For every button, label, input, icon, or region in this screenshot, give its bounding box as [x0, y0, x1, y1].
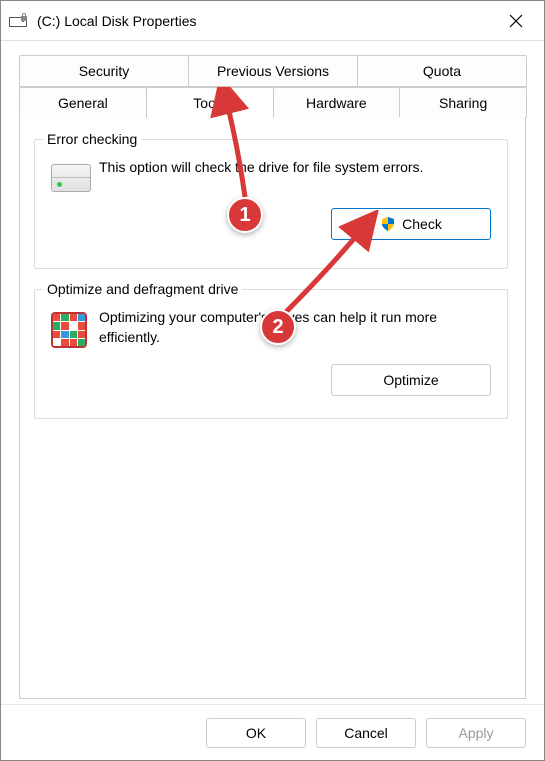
- dialog-footer: OK Cancel Apply: [1, 704, 544, 760]
- ok-button[interactable]: OK: [206, 718, 306, 748]
- tab-tools[interactable]: Tools: [146, 87, 274, 118]
- cancel-button-label: Cancel: [344, 725, 388, 741]
- group-optimize-label: Optimize and defragment drive: [43, 281, 242, 297]
- tab-hardware[interactable]: Hardware: [273, 87, 401, 118]
- tab-strip: Security Previous Versions Quota General…: [19, 55, 526, 118]
- error-checking-description: This option will check the drive for fil…: [99, 158, 491, 192]
- close-icon: [509, 14, 523, 28]
- check-button[interactable]: Check: [331, 208, 491, 240]
- tab-sharing[interactable]: Sharing: [399, 87, 527, 118]
- content-area: Security Previous Versions Quota General…: [1, 41, 544, 704]
- cancel-button[interactable]: Cancel: [316, 718, 416, 748]
- titlebar: (C:) Local Disk Properties: [1, 1, 544, 41]
- group-error-checking-label: Error checking: [43, 131, 141, 147]
- hdd-icon: [51, 158, 99, 192]
- defrag-icon: [51, 308, 99, 348]
- apply-button[interactable]: Apply: [426, 718, 526, 748]
- annotation-callout-1: 1: [227, 197, 263, 233]
- shield-icon: [380, 216, 396, 232]
- optimize-button[interactable]: Optimize: [331, 364, 491, 396]
- apply-button-label: Apply: [458, 725, 493, 741]
- group-error-checking: Error checking This option will check th…: [34, 139, 508, 269]
- tab-security[interactable]: Security: [19, 55, 189, 87]
- optimize-button-label: Optimize: [383, 372, 438, 388]
- ok-button-label: OK: [246, 725, 266, 741]
- tab-panel-tools: Error checking This option will check th…: [19, 117, 526, 699]
- group-optimize: Optimize and defragment drive Optim: [34, 289, 508, 419]
- annotation-callout-2: 2: [260, 309, 296, 345]
- tab-general[interactable]: General: [19, 87, 147, 118]
- close-button[interactable]: [496, 1, 536, 41]
- window-title: (C:) Local Disk Properties: [37, 13, 496, 29]
- drive-icon: [9, 13, 29, 29]
- tab-previous-versions[interactable]: Previous Versions: [188, 55, 358, 87]
- check-button-label: Check: [402, 216, 442, 232]
- tab-quota[interactable]: Quota: [357, 55, 527, 87]
- properties-window: (C:) Local Disk Properties Security Prev…: [0, 0, 545, 761]
